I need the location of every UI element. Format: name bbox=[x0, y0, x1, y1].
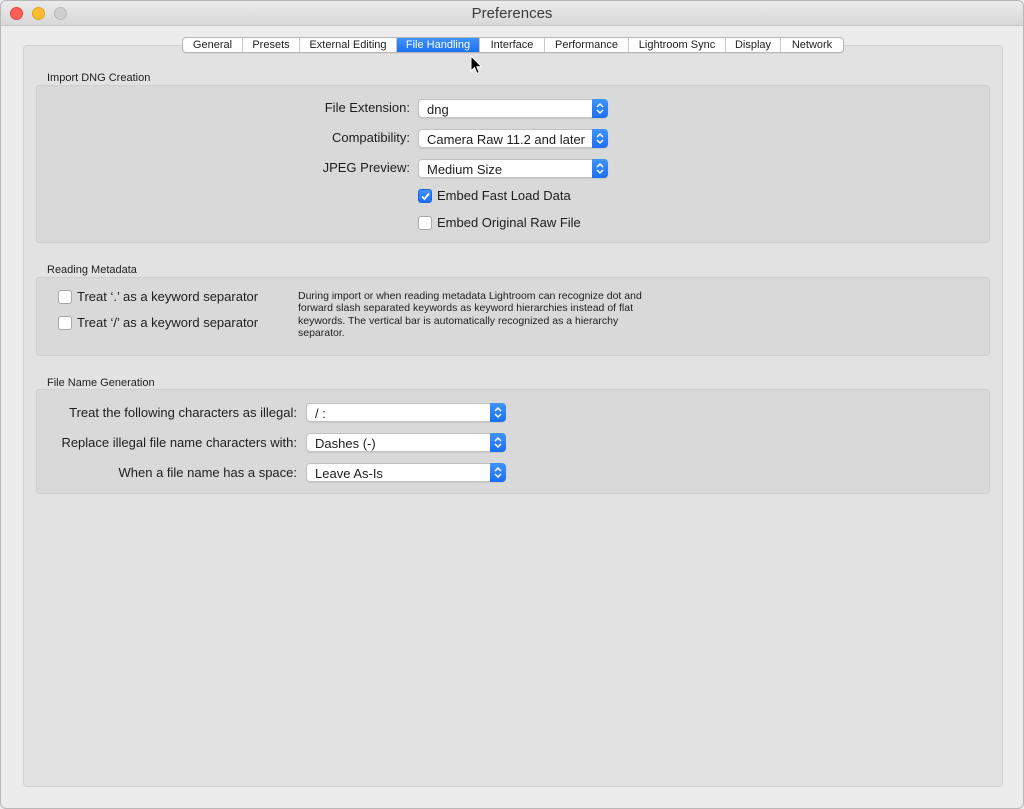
tab-external-editing[interactable]: External Editing bbox=[300, 38, 397, 52]
jpeg-preview-label: JPEG Preview: bbox=[322, 160, 410, 175]
tab-presets[interactable]: Presets bbox=[243, 38, 300, 52]
embed-fast-load-label[interactable]: Embed Fast Load Data bbox=[437, 188, 571, 203]
tab-display[interactable]: Display bbox=[726, 38, 781, 52]
tab-lightroom-sync[interactable]: Lightroom Sync bbox=[629, 38, 726, 52]
jpeg-preview-popup[interactable]: Medium Size bbox=[418, 159, 608, 178]
up-down-arrows-icon bbox=[592, 159, 608, 178]
preferences-window: Preferences General Presets External Edi… bbox=[0, 0, 1024, 809]
replace-chars-label: Replace illegal file name characters wit… bbox=[61, 435, 297, 450]
replace-chars-popup[interactable]: Dashes (-) bbox=[306, 433, 506, 452]
compatibility-label: Compatibility: bbox=[331, 130, 410, 145]
file-extension-popup[interactable]: dng bbox=[418, 99, 608, 118]
embed-original-raw-label[interactable]: Embed Original Raw File bbox=[437, 215, 581, 230]
up-down-arrows-icon bbox=[490, 433, 506, 452]
tab-general[interactable]: General bbox=[183, 38, 243, 52]
up-down-arrows-icon bbox=[592, 99, 608, 118]
title-bar[interactable]: Preferences bbox=[1, 1, 1023, 26]
up-down-arrows-icon bbox=[490, 403, 506, 422]
tab-performance[interactable]: Performance bbox=[545, 38, 629, 52]
section-title-dng: Import DNG Creation bbox=[47, 72, 151, 84]
dot-separator-checkbox[interactable] bbox=[58, 290, 72, 304]
tab-interface[interactable]: Interface bbox=[480, 38, 545, 52]
space-handling-label: When a file name has a space: bbox=[118, 465, 298, 480]
dot-separator-label[interactable]: Treat ‘.’ as a keyword separator bbox=[77, 289, 258, 304]
up-down-arrows-icon bbox=[592, 129, 608, 148]
section-title-filename: File Name Generation bbox=[47, 377, 155, 389]
section-title-metadata: Reading Metadata bbox=[47, 264, 137, 276]
up-down-arrows-icon bbox=[490, 463, 506, 482]
compatibility-value: Camera Raw 11.2 and later bbox=[427, 132, 586, 147]
replace-chars-value: Dashes (-) bbox=[315, 436, 376, 451]
metadata-description: During import or when reading metadata L… bbox=[298, 290, 642, 340]
space-handling-popup[interactable]: Leave As-Is bbox=[306, 463, 506, 482]
space-handling-value: Leave As-Is bbox=[315, 466, 383, 481]
file-extension-value: dng bbox=[427, 102, 449, 117]
window-title: Preferences bbox=[471, 5, 553, 22]
file-extension-label: File Extension: bbox=[324, 100, 410, 115]
compatibility-popup[interactable]: Camera Raw 11.2 and later bbox=[418, 129, 608, 148]
slash-separator-label[interactable]: Treat ‘/’ as a keyword separator bbox=[77, 315, 258, 330]
slash-separator-checkbox[interactable] bbox=[58, 316, 72, 330]
checkmark-icon bbox=[421, 192, 430, 201]
illegal-chars-popup[interactable]: / : bbox=[306, 403, 506, 422]
mouse-pointer-icon bbox=[470, 55, 483, 75]
jpeg-preview-value: Medium Size bbox=[427, 162, 503, 177]
illegal-chars-value: / : bbox=[315, 406, 326, 421]
illegal-chars-label: Treat the following characters as illega… bbox=[69, 405, 297, 420]
preferences-tab-bar: General Presets External Editing File Ha… bbox=[182, 37, 844, 53]
tab-network[interactable]: Network bbox=[781, 38, 843, 52]
embed-fast-load-checkbox[interactable] bbox=[418, 189, 432, 203]
embed-original-raw-checkbox[interactable] bbox=[418, 216, 432, 230]
tab-file-handling[interactable]: File Handling bbox=[397, 38, 480, 52]
